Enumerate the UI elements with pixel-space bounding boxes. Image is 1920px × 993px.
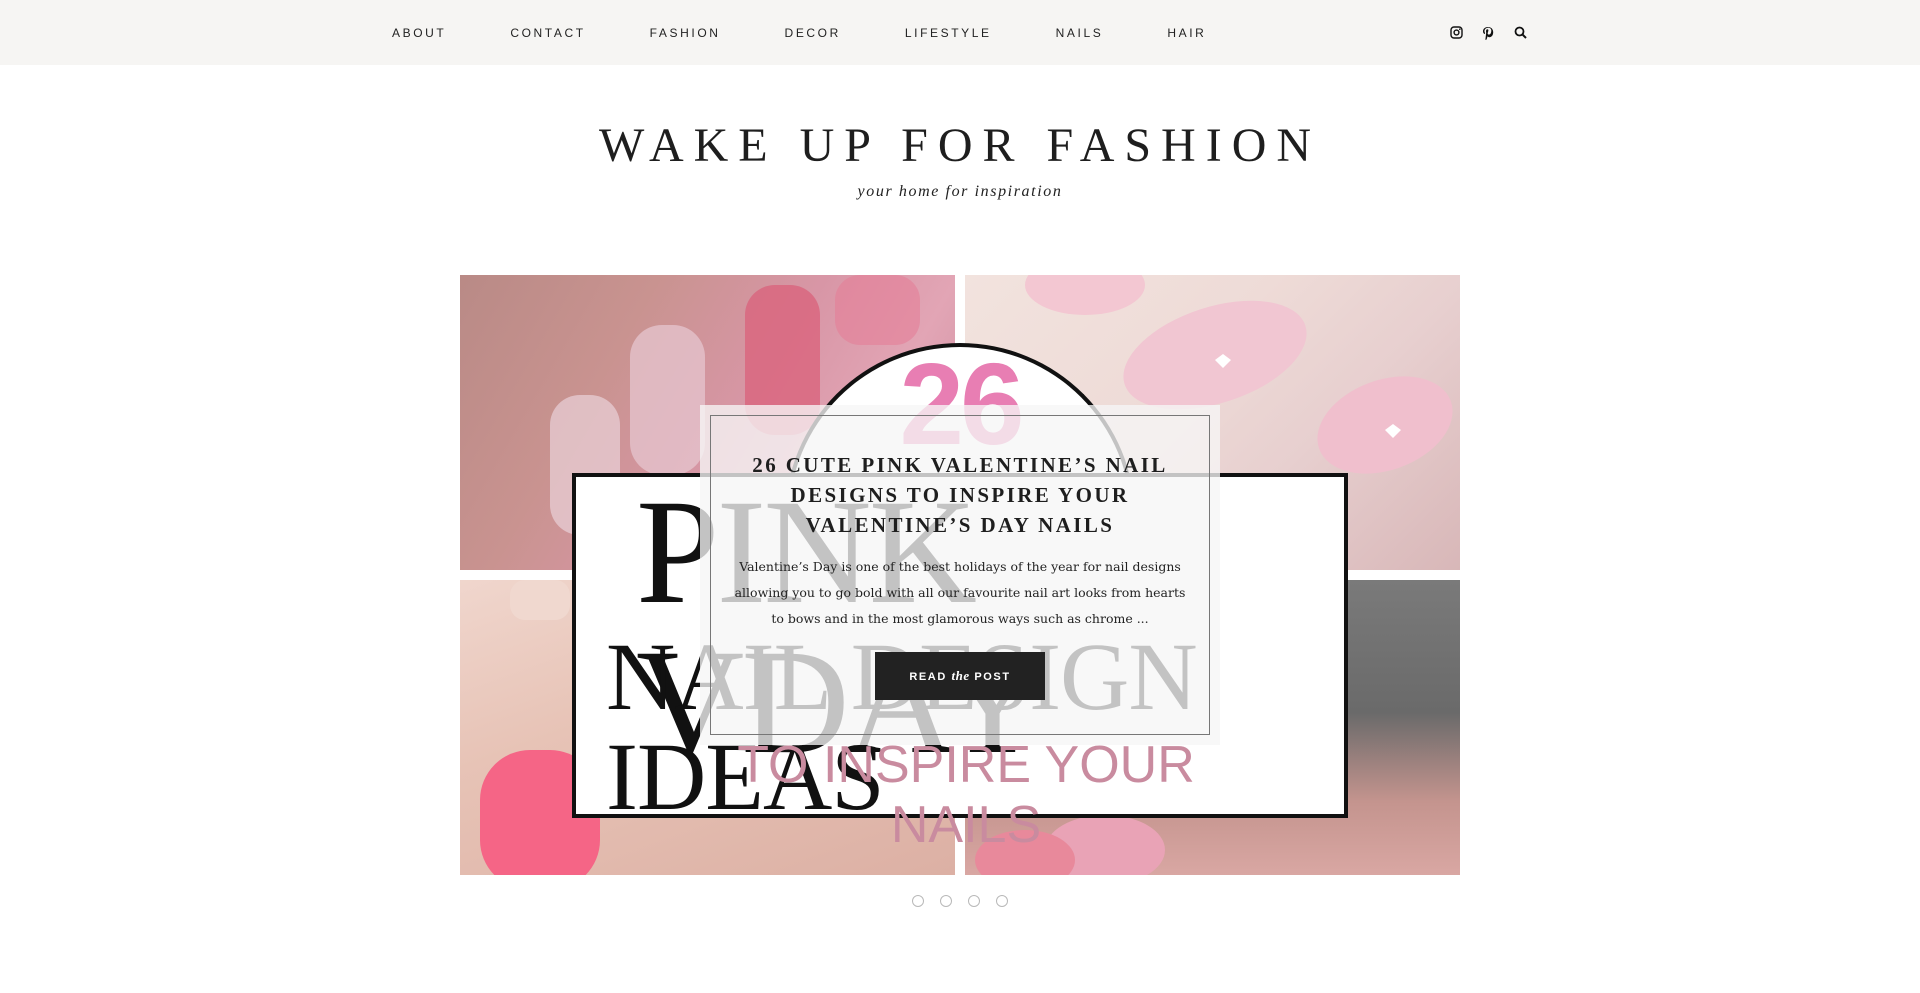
poster-tagline: TO INSPIRE YOUR NAILS [737, 736, 1195, 854]
button-label-read: READ [909, 671, 947, 683]
post-excerpt: Valentine’s Day is one of the best holid… [734, 559, 1186, 626]
site-tagline: your home for inspiration [857, 183, 1063, 200]
featured-slider[interactable]: 26 PINK VDAY NAIL DESIGN IDEAS TO INSPIR… [460, 275, 1460, 875]
instagram-icon[interactable] [1448, 25, 1464, 41]
post-title[interactable]: 26 Cute Pink Valentine’s Nail Designs To… [733, 450, 1187, 540]
top-navigation-bar: ABOUT CONTACT FASHION DECOR LIFESTYLE NA… [0, 0, 1920, 65]
button-label-post: POST [974, 671, 1011, 683]
slider-dot-2[interactable] [940, 895, 952, 907]
nav-lifestyle[interactable]: LIFESTYLE [905, 26, 992, 40]
post-card-border: 26 Cute Pink Valentine’s Nail Designs To… [710, 415, 1210, 735]
nav-contact[interactable]: CONTACT [510, 26, 585, 40]
button-label-the: the [951, 668, 970, 683]
slider-pagination [0, 895, 1920, 907]
slider-dot-4[interactable] [996, 895, 1008, 907]
search-icon[interactable] [1512, 25, 1528, 41]
slider-dot-3[interactable] [968, 895, 980, 907]
main-menu: ABOUT CONTACT FASHION DECOR LIFESTYLE NA… [392, 0, 1270, 65]
nav-fashion[interactable]: FASHION [650, 26, 721, 40]
nav-decor[interactable]: DECOR [785, 26, 841, 40]
social-links [1448, 0, 1528, 65]
read-the-post-button[interactable]: READ the POST [875, 652, 1045, 700]
nav-about[interactable]: ABOUT [392, 26, 446, 40]
nav-nails[interactable]: NAILS [1056, 26, 1104, 40]
slider-dot-1[interactable] [912, 895, 924, 907]
post-card: 26 Cute Pink Valentine’s Nail Designs To… [700, 405, 1220, 745]
nav-hair[interactable]: HAIR [1167, 26, 1206, 40]
site-title[interactable]: WAKE UP FOR FASHION [0, 118, 1920, 173]
pinterest-icon[interactable] [1480, 25, 1496, 41]
